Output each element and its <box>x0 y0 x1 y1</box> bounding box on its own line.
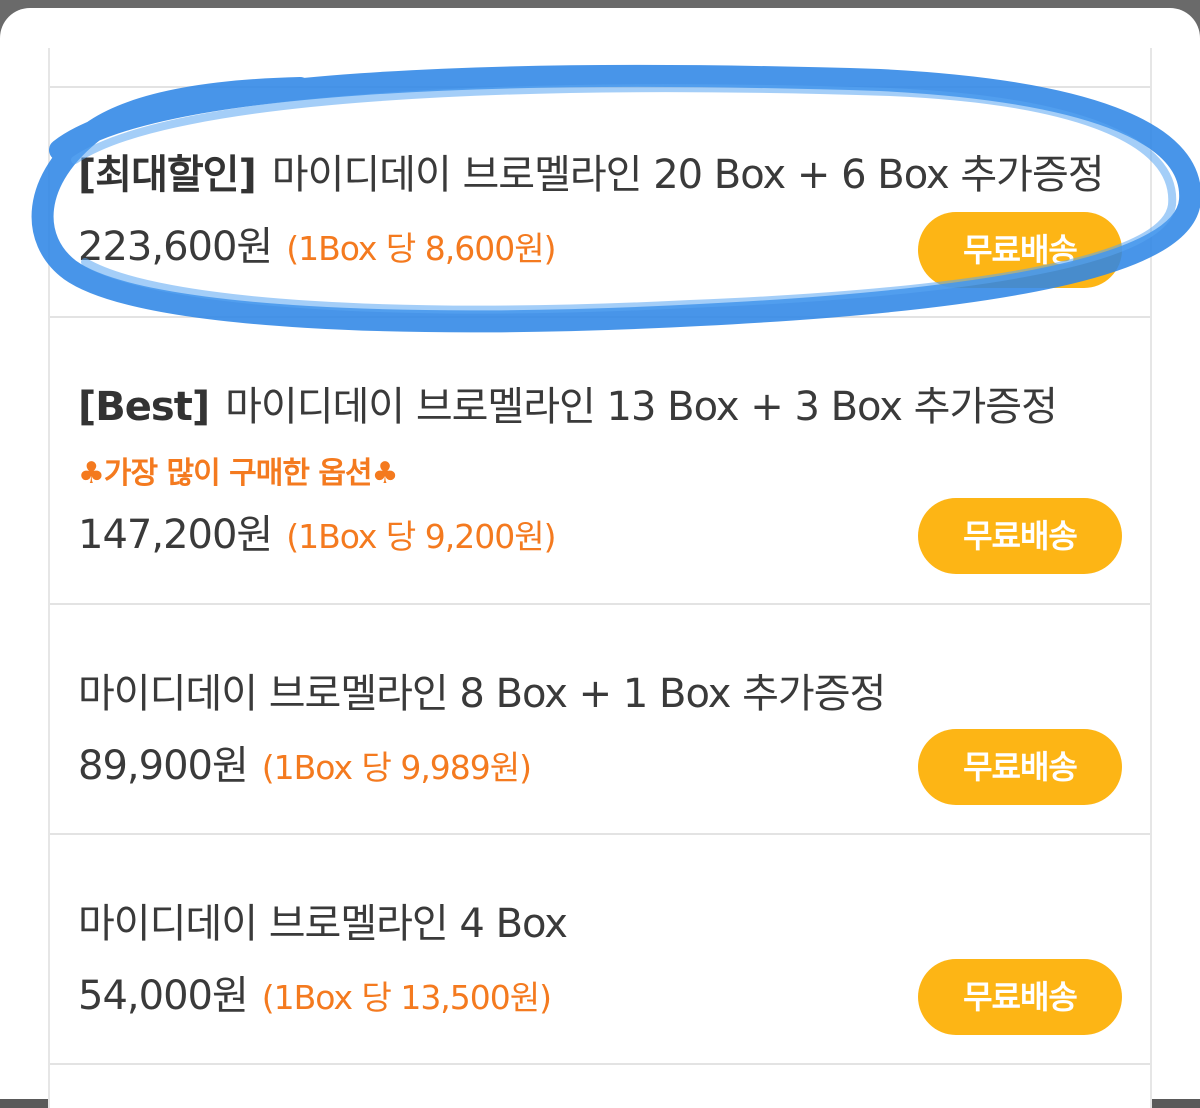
option-name: 마이디데이 브로멜라인 20 Box + 6 Box 추가증정 <box>271 152 1105 198</box>
option-tag-best: [Best] <box>78 384 210 430</box>
option-name: 마이디데이 브로멜라인 13 Box + 3 Box 추가증정 <box>225 384 1058 430</box>
option-unit-price: (1Box 당 13,500원) <box>261 978 552 1017</box>
option-unit-price: (1Box 당 8,600원) <box>286 229 556 268</box>
option-item-partial[interactable] <box>50 1063 1150 1108</box>
option-price: 89,900원 <box>78 743 249 789</box>
free-shipping-badge: 무료배송 <box>918 959 1122 1035</box>
option-price: 54,000원 <box>78 973 249 1019</box>
option-title: 마이디데이 브로멜라인 4 Box <box>78 891 568 949</box>
option-item-4-box[interactable]: 마이디데이 브로멜라인 4 Box 54,000원 (1Box 당 13,500원… <box>50 833 1150 1065</box>
option-name: 마이디데이 브로멜라인 4 Box <box>78 901 568 947</box>
option-price: 223,600원 <box>78 224 273 270</box>
option-price-row: 54,000원 (1Box 당 13,500원) <box>78 963 552 1021</box>
option-price: 147,200원 <box>78 512 273 558</box>
option-item-8-box[interactable]: 마이디데이 브로멜라인 8 Box + 1 Box 추가증정 89,900원 (1… <box>50 603 1150 835</box>
option-item-13-box[interactable]: [Best] 마이디데이 브로멜라인 13 Box + 3 Box 추가증정 ♣가… <box>50 316 1150 603</box>
free-shipping-badge: 무료배송 <box>918 729 1122 805</box>
option-promo-label: ♣가장 많이 구매한 옵션♣ <box>78 456 399 491</box>
option-price-row: 89,900원 (1Box 당 9,989원) <box>78 733 532 791</box>
option-title: [최대할인] 마이디데이 브로멜라인 20 Box + 6 Box 추가증정 <box>78 142 1105 200</box>
option-price-row: 147,200원 (1Box 당 9,200원) <box>78 502 556 560</box>
option-unit-price: (1Box 당 9,200원) <box>286 517 556 556</box>
option-name: 마이디데이 브로멜라인 8 Box + 1 Box 추가증정 <box>78 671 886 717</box>
option-title: [Best] 마이디데이 브로멜라인 13 Box + 3 Box 추가증정 <box>78 374 1058 432</box>
option-price-row: 223,600원 (1Box 당 8,600원) <box>78 214 556 272</box>
option-tag-max-discount: [최대할인] <box>78 152 257 198</box>
option-list: [최대할인] 마이디데이 브로멜라인 20 Box + 6 Box 추가증정 22… <box>48 48 1152 1108</box>
free-shipping-badge: 무료배송 <box>918 498 1122 574</box>
option-title: 마이디데이 브로멜라인 8 Box + 1 Box 추가증정 <box>78 661 886 719</box>
option-unit-price: (1Box 당 9,989원) <box>261 748 532 787</box>
free-shipping-badge: 무료배송 <box>918 212 1122 288</box>
option-item-20-box[interactable]: [최대할인] 마이디데이 브로멜라인 20 Box + 6 Box 추가증정 22… <box>50 86 1150 318</box>
